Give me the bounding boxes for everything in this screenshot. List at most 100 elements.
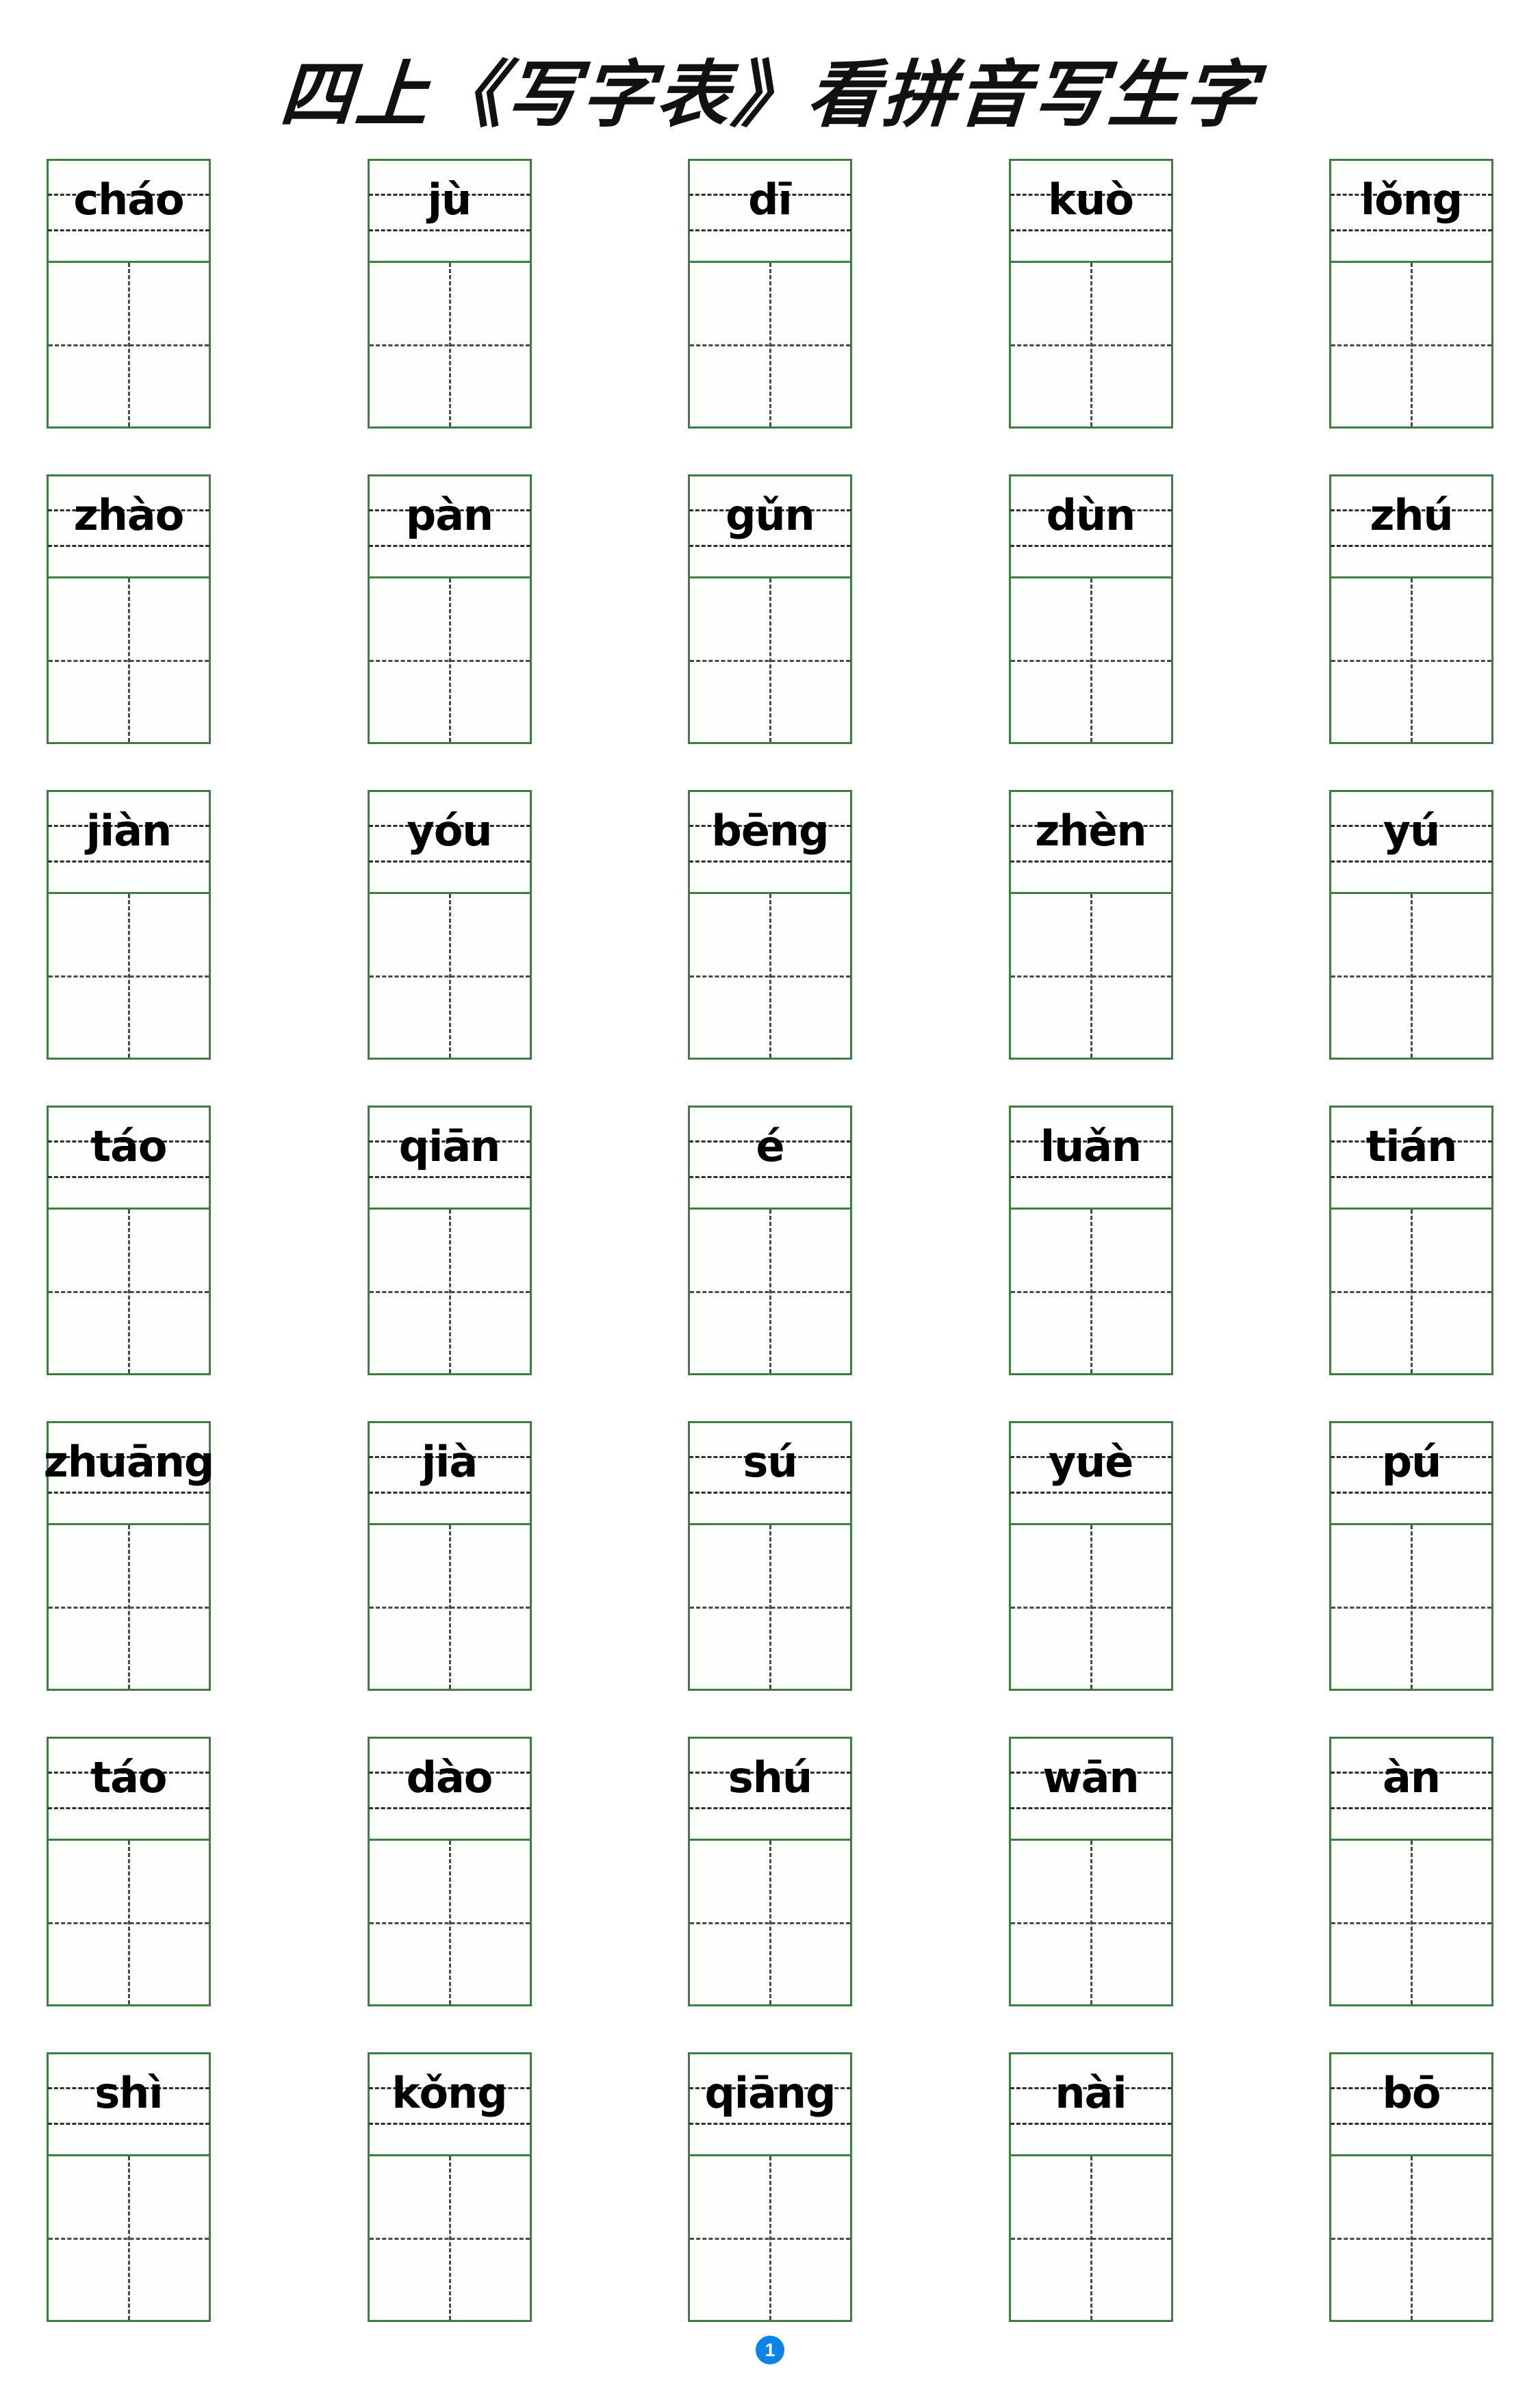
pinyin-guide-box: kǒng (367, 2052, 532, 2156)
character-writing-box[interactable] (1329, 263, 1493, 429)
character-writing-box[interactable] (688, 894, 852, 1060)
practice-cell: shì (47, 2052, 211, 2322)
pinyin-label: dī (748, 175, 793, 225)
character-writing-box[interactable] (688, 1841, 852, 2006)
character-writing-box[interactable] (1008, 2156, 1173, 2322)
pinyin-guide-box: bēng (688, 790, 852, 894)
pinyin-guide-box: yú (1329, 790, 1493, 894)
practice-cell: lǒng (1329, 159, 1493, 429)
character-writing-box[interactable] (1329, 1525, 1493, 1691)
practice-row: táo dào shú wān àn (47, 1737, 1493, 2006)
character-writing-box[interactable] (1329, 2156, 1493, 2322)
practice-row: cháo jù dī kuò lǒng (47, 159, 1493, 429)
practice-cell: táo (47, 1106, 211, 1375)
pinyin-label: dào (406, 1752, 493, 1802)
pinyin-guide-box: dùn (1008, 474, 1173, 578)
character-writing-box[interactable] (47, 894, 211, 1060)
character-writing-box[interactable] (367, 263, 532, 429)
practice-cell: jiàn (47, 790, 211, 1060)
pinyin-guide-box: yuè (1008, 1421, 1173, 1525)
pinyin-label: táo (90, 1121, 167, 1171)
pinyin-label: gǔn (726, 490, 815, 540)
tianzi-horizontal-guide (690, 975, 850, 978)
tianzi-horizontal-guide (49, 1922, 209, 1924)
pinyin-guide-box: pàn (367, 474, 532, 578)
tianzi-horizontal-guide (1331, 1922, 1491, 1924)
character-writing-box[interactable] (367, 894, 532, 1060)
character-writing-box[interactable] (688, 2156, 852, 2322)
character-writing-box[interactable] (47, 1525, 211, 1691)
character-writing-box[interactable] (47, 1841, 211, 2006)
practice-row: táo qiān é luǎn tián (47, 1106, 1493, 1375)
pinyin-label: é (756, 1121, 784, 1171)
pinyin-label: wān (1042, 1752, 1139, 1802)
pinyin-guide-box: zhuāng (44, 1421, 214, 1525)
character-writing-box[interactable] (367, 2156, 532, 2322)
pinyin-guide-box: táo (47, 1106, 211, 1210)
tianzi-horizontal-guide (369, 1922, 530, 1924)
tianzi-horizontal-guide (369, 659, 530, 662)
pinyin-guide-box: shú (688, 1737, 852, 1841)
character-writing-box[interactable] (688, 1210, 852, 1375)
pinyin-guide-box: é (688, 1106, 852, 1210)
pinyin-label: zhèn (1035, 806, 1146, 856)
tianzi-horizontal-guide (49, 975, 209, 978)
pinyin-label: zhú (1370, 490, 1453, 540)
pinyin-guide-box: lǒng (1329, 159, 1493, 263)
pinyin-label: jiàn (86, 806, 172, 856)
character-writing-box[interactable] (47, 1210, 211, 1375)
pinyin-label: kuò (1048, 175, 1134, 225)
pinyin-label: pàn (405, 490, 493, 540)
pinyin-label: luǎn (1040, 1121, 1142, 1171)
character-writing-box[interactable] (1329, 1210, 1493, 1375)
character-writing-box[interactable] (367, 1210, 532, 1375)
tianzi-horizontal-guide (369, 1606, 530, 1609)
character-writing-box[interactable] (1329, 894, 1493, 1060)
character-writing-box[interactable] (47, 2156, 211, 2322)
tianzi-horizontal-guide (369, 1290, 530, 1293)
practice-cell: pàn (367, 474, 532, 744)
practice-cell: zhào (47, 474, 211, 744)
character-writing-box[interactable] (1008, 263, 1173, 429)
character-writing-box[interactable] (47, 578, 211, 744)
character-writing-box[interactable] (688, 263, 852, 429)
character-writing-box[interactable] (688, 578, 852, 744)
practice-row: shì kǒng qiāng nài bō (47, 2052, 1493, 2322)
practice-cell: wān (1008, 1737, 1173, 2006)
character-writing-box[interactable] (1329, 1841, 1493, 2006)
practice-row: zhào pàn gǔn dùn zhú (47, 474, 1493, 744)
pinyin-guide-box: àn (1329, 1737, 1493, 1841)
pinyin-guide-box: qiāng (688, 2052, 852, 2156)
pinyin-guide-box: bō (1329, 2052, 1493, 2156)
character-writing-box[interactable] (47, 263, 211, 429)
practice-cell: gǔn (688, 474, 852, 744)
practice-cell: nài (1008, 2052, 1173, 2322)
character-writing-box[interactable] (1329, 578, 1493, 744)
tianzi-horizontal-guide (1331, 2237, 1491, 2240)
character-writing-box[interactable] (1008, 578, 1173, 744)
character-writing-box[interactable] (688, 1525, 852, 1691)
character-writing-box[interactable] (367, 1525, 532, 1691)
tianzi-horizontal-guide (690, 659, 850, 662)
character-writing-box[interactable] (1008, 1210, 1173, 1375)
pinyin-label: bō (1382, 2068, 1441, 2118)
character-writing-box[interactable] (367, 578, 532, 744)
pinyin-guide-box: jiàn (47, 790, 211, 894)
tianzi-horizontal-guide (1010, 975, 1171, 978)
tianzi-horizontal-guide (369, 344, 530, 346)
practice-cell: zhuāng (44, 1421, 214, 1691)
character-writing-box[interactable] (1008, 1525, 1173, 1691)
character-writing-box[interactable] (1008, 894, 1173, 1060)
tianzi-horizontal-guide (49, 1290, 209, 1293)
tianzi-horizontal-guide (1010, 659, 1171, 662)
practice-cell: zhú (1329, 474, 1493, 744)
practice-cell: yóu (367, 790, 532, 1060)
practice-cell: dùn (1008, 474, 1173, 744)
tianzi-horizontal-guide (1331, 659, 1491, 662)
practice-cell: kuò (1008, 159, 1173, 429)
practice-cell: bēng (688, 790, 852, 1060)
practice-cell: pú (1329, 1421, 1493, 1691)
character-writing-box[interactable] (367, 1841, 532, 2006)
practice-cell: shú (688, 1737, 852, 2006)
character-writing-box[interactable] (1008, 1841, 1173, 2006)
